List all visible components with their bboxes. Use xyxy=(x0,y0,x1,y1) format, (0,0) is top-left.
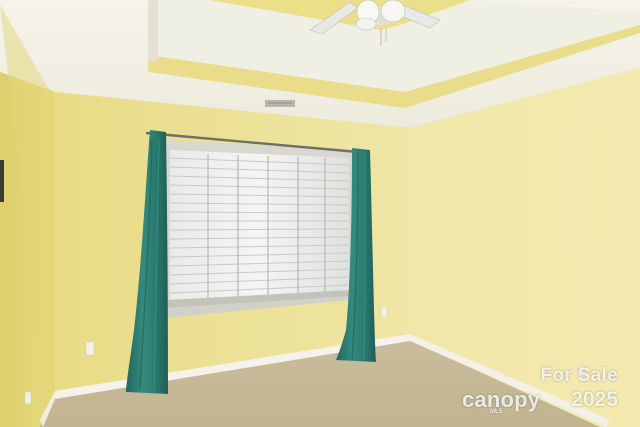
outlet-back-right xyxy=(380,306,388,318)
watermark-year: 2025 xyxy=(571,388,618,411)
room-illustration xyxy=(0,0,640,427)
outlet-left xyxy=(24,391,32,405)
outlet-back xyxy=(85,341,95,356)
window xyxy=(166,140,352,318)
watermark-for-sale: For Sale xyxy=(540,365,618,386)
wall-switch xyxy=(0,160,4,202)
watermark-brand-sub: MLS xyxy=(490,409,503,415)
room-photo: For Sale canopy MLS 2025 xyxy=(0,0,640,427)
